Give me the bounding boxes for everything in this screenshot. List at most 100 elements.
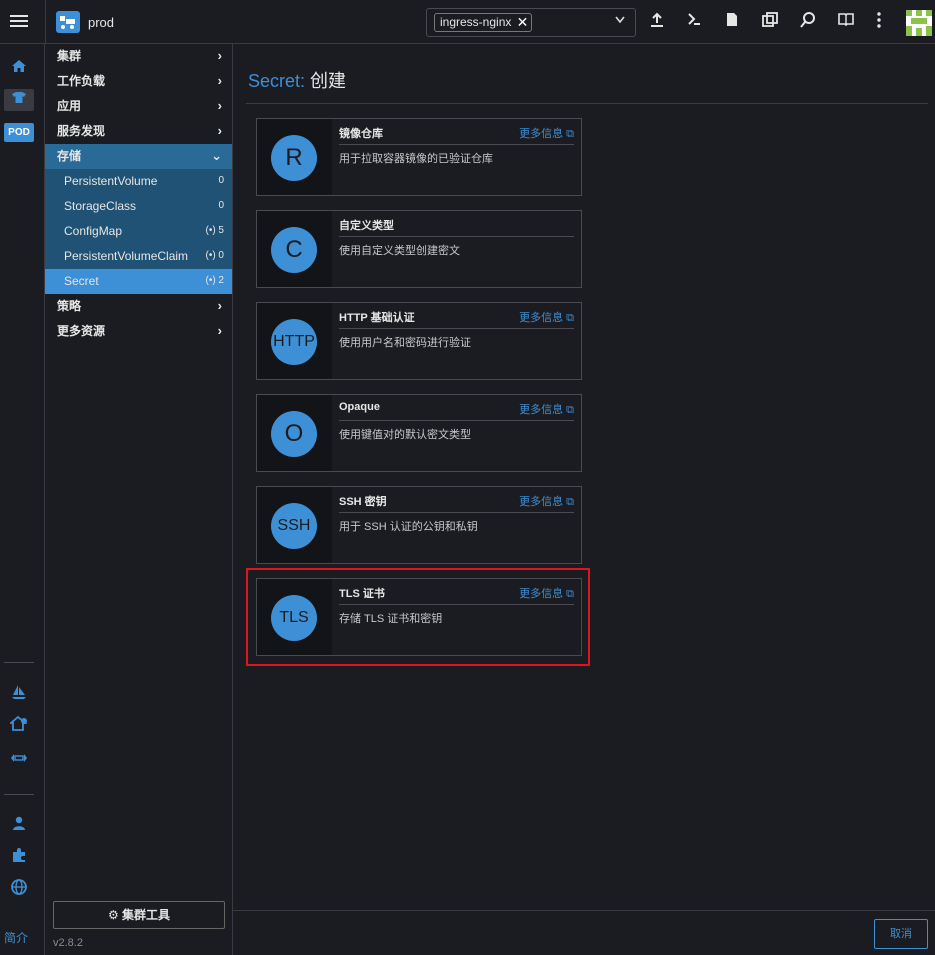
sidebar-item-label: 应用 bbox=[57, 99, 82, 113]
avatar[interactable] bbox=[906, 10, 932, 36]
network-icon[interactable] bbox=[4, 748, 34, 770]
card-description: 用于拉取容器镜像的已验证仓库 bbox=[339, 153, 493, 165]
card-title: HTTP 基础认证 bbox=[339, 312, 415, 324]
sidebar-item-label: ConfigMap bbox=[64, 224, 123, 238]
puzzle-icon[interactable] bbox=[4, 847, 34, 869]
sidebar-item-configmap[interactable]: ConfigMap (•) 5 bbox=[45, 219, 232, 244]
namespace-select[interactable]: ingress-nginx ✕ bbox=[426, 8, 636, 37]
more-info-link[interactable]: 更多信息 ⧉ bbox=[519, 401, 574, 417]
card-divider bbox=[339, 328, 574, 329]
house-cog-icon[interactable] bbox=[4, 715, 34, 738]
search-icon[interactable] bbox=[798, 12, 818, 32]
external-link-icon: ⧉ bbox=[566, 404, 574, 416]
card-letter-icon: O bbox=[271, 411, 317, 457]
cluster-tools-button[interactable]: ⚙ 集群工具 bbox=[53, 901, 225, 929]
card-title: Opaque bbox=[339, 401, 380, 413]
chevron-down-icon[interactable] bbox=[615, 15, 625, 27]
card-divider bbox=[339, 236, 574, 237]
card-letter-icon: C bbox=[271, 227, 317, 273]
sidebar-item-label: 策略 bbox=[57, 299, 82, 313]
chevron-right-icon: › bbox=[217, 323, 222, 338]
card-letter-icon: HTTP bbox=[271, 319, 317, 365]
sidebar-item-label: 更多资源 bbox=[57, 324, 106, 338]
selection-highlight bbox=[246, 568, 590, 666]
sidebar-item-persistentvolumeclaim[interactable]: PersistentVolumeClaim (•) 0 bbox=[45, 244, 232, 269]
sidebar-item-cluster[interactable]: 集群 › bbox=[45, 44, 232, 69]
cluster-name[interactable]: prod bbox=[88, 15, 114, 30]
card-divider bbox=[339, 512, 574, 513]
main-content: Secret: 创建 R 镜像仓库 更多信息 ⧉ 用于拉取容器镜像的已验证仓库 … bbox=[233, 44, 935, 955]
sidebar-item-label: 集群 bbox=[57, 49, 82, 63]
more-info-link[interactable]: 更多信息 ⧉ bbox=[519, 309, 574, 325]
upload-icon[interactable] bbox=[647, 12, 667, 32]
count-badge: (•) 5 bbox=[205, 225, 224, 236]
pod-badge[interactable]: POD bbox=[4, 123, 34, 142]
more-vertical-icon[interactable] bbox=[869, 12, 889, 32]
secret-type-card-registry[interactable]: R 镜像仓库 更多信息 ⧉ 用于拉取容器镜像的已验证仓库 bbox=[256, 118, 582, 196]
sidebar-item-persistentvolume[interactable]: PersistentVolume 0 bbox=[45, 169, 232, 194]
secret-type-card-ssh[interactable]: SSH SSH 密钥 更多信息 ⧉ 用于 SSH 认证的公钥和私钥 bbox=[256, 486, 582, 564]
sidebar-item-storage[interactable]: 存储 ⌄ bbox=[45, 144, 232, 169]
icon-bar: POD 简介 bbox=[0, 44, 45, 955]
topbar-divider bbox=[45, 0, 46, 44]
sidebar-item-label: PersistentVolumeClaim bbox=[64, 249, 189, 263]
card-description: 使用键值对的默认密文类型 bbox=[339, 429, 471, 441]
file-icon[interactable] bbox=[722, 12, 742, 32]
terminal-icon[interactable] bbox=[684, 12, 704, 32]
external-link-icon: ⧉ bbox=[566, 496, 574, 508]
card-icon-area: SSH bbox=[257, 487, 332, 563]
globe-icon[interactable] bbox=[4, 879, 34, 901]
cluster-tools-label: 集群工具 bbox=[122, 908, 171, 922]
sidebar: 集群 › 工作负载 › 应用 › 服务发现 › 存储 ⌄ PersistentVolume… bbox=[45, 44, 233, 955]
more-info-link[interactable]: 更多信息 ⧉ bbox=[519, 125, 574, 141]
user-icon[interactable] bbox=[4, 815, 34, 837]
book-icon[interactable] bbox=[836, 12, 856, 32]
close-icon[interactable]: ✕ bbox=[517, 14, 529, 31]
sidebar-item-workloads[interactable]: 工作负载 › bbox=[45, 69, 232, 94]
sidebar-item-more-resources[interactable]: 更多资源 › bbox=[45, 319, 232, 344]
cluster-logo-icon[interactable] bbox=[56, 11, 80, 33]
sidebar-item-storageclass[interactable]: StorageClass 0 bbox=[45, 194, 232, 219]
sidebar-item-apps[interactable]: 应用 › bbox=[45, 94, 232, 119]
sidebar-item-label: 存储 bbox=[57, 149, 82, 163]
sidebar-item-label: 工作负载 bbox=[57, 74, 106, 88]
page-title-resource[interactable]: Secret: bbox=[248, 71, 305, 91]
card-divider bbox=[339, 144, 574, 145]
chevron-down-icon: ⌄ bbox=[211, 148, 222, 163]
sidebar-item-policy[interactable]: 策略 › bbox=[45, 294, 232, 319]
sidebar-item-label: Secret bbox=[64, 274, 99, 288]
copy-icon[interactable] bbox=[760, 12, 780, 32]
secret-type-card-opaque[interactable]: O Opaque 更多信息 ⧉ 使用键值对的默认密文类型 bbox=[256, 394, 582, 472]
home-icon[interactable] bbox=[4, 58, 34, 80]
chevron-right-icon: › bbox=[217, 123, 222, 138]
card-divider bbox=[339, 420, 574, 421]
external-link-icon: ⧉ bbox=[566, 128, 574, 140]
secret-type-card-custom[interactable]: C 自定义类型 使用自定义类型创建密文 bbox=[256, 210, 582, 288]
count-badge: 0 bbox=[218, 200, 224, 211]
about-link[interactable]: 简介 bbox=[4, 929, 28, 946]
namespace-chip: ingress-nginx ✕ bbox=[434, 13, 533, 32]
menu-icon[interactable] bbox=[10, 12, 28, 32]
cancel-button[interactable]: 取消 bbox=[874, 919, 928, 949]
card-description: 使用用户名和密码进行验证 bbox=[339, 337, 471, 349]
card-letter-icon: SSH bbox=[271, 503, 317, 549]
iconbar-divider bbox=[4, 662, 34, 663]
external-link-icon: ⧉ bbox=[566, 312, 574, 324]
card-description: 用于 SSH 认证的公钥和私钥 bbox=[339, 521, 478, 533]
sidebar-item-secret[interactable]: Secret (•) 2 bbox=[45, 269, 232, 294]
page-title-action: 创建 bbox=[310, 71, 347, 91]
more-info-link[interactable]: 更多信息 ⧉ bbox=[519, 493, 574, 509]
version-label: v2.8.2 bbox=[53, 937, 83, 949]
shirt-icon[interactable] bbox=[4, 89, 34, 111]
chevron-right-icon: › bbox=[217, 48, 222, 63]
chevron-right-icon: › bbox=[217, 73, 222, 88]
chevron-right-icon: › bbox=[217, 298, 222, 313]
card-letter-icon: R bbox=[271, 135, 317, 181]
card-description: 使用自定义类型创建密文 bbox=[339, 245, 460, 257]
sidebar-item-label: 服务发现 bbox=[57, 124, 106, 138]
sailboat-icon[interactable] bbox=[4, 684, 34, 706]
secret-type-card-basic-auth[interactable]: HTTP HTTP 基础认证 更多信息 ⧉ 使用用户名和密码进行验证 bbox=[256, 302, 582, 380]
sidebar-item-service-discovery[interactable]: 服务发现 › bbox=[45, 119, 232, 144]
namespace-chip-label: ingress-nginx bbox=[440, 15, 512, 29]
page-title: Secret: 创建 bbox=[248, 67, 346, 93]
